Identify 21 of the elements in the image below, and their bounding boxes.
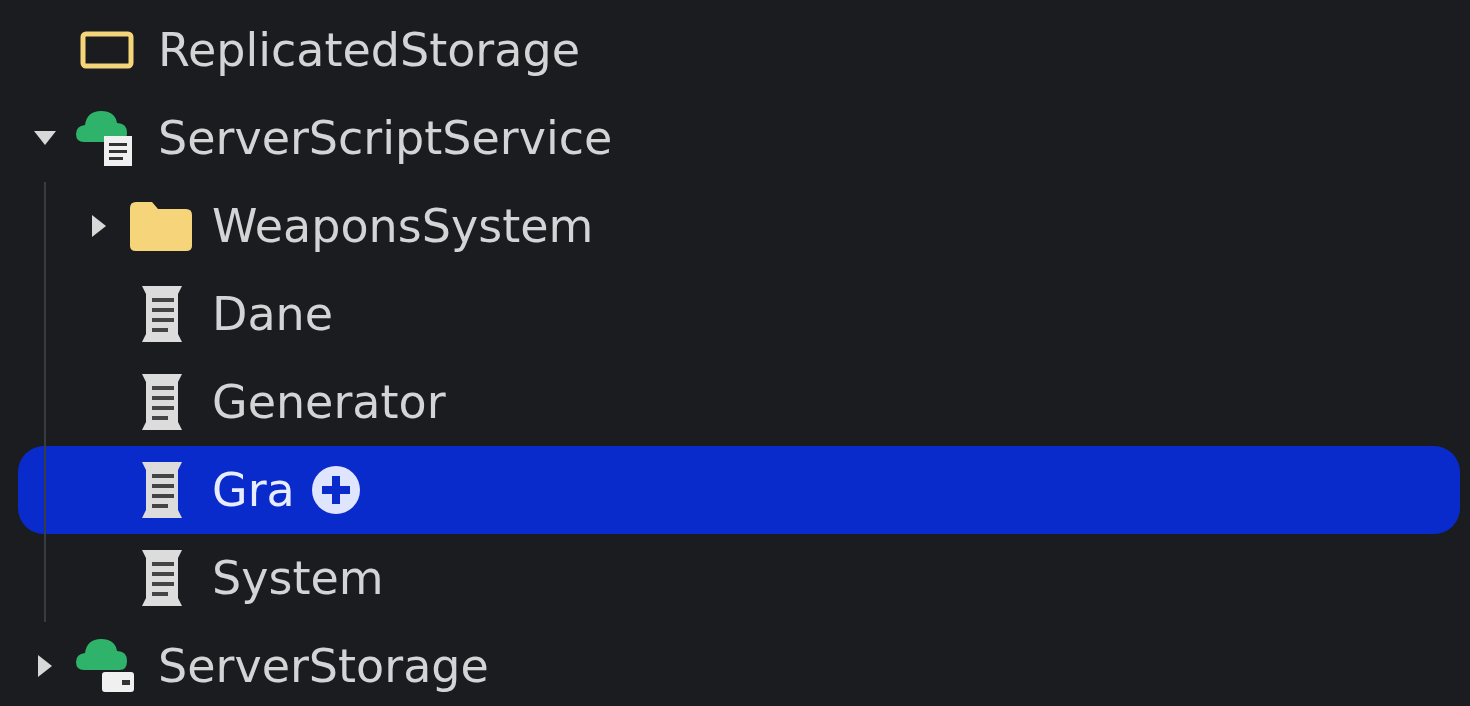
tree-item[interactable]: System (18, 534, 1460, 622)
item-label: WeaponsSystem (212, 197, 594, 255)
caret-right-icon[interactable] (38, 655, 52, 677)
tree-item[interactable]: Dane (18, 270, 1460, 358)
tree-item[interactable]: ReplicatedStorage (18, 6, 1460, 94)
tree-item[interactable]: ServerScriptService (18, 94, 1460, 182)
item-label: ReplicatedStorage (158, 21, 580, 79)
folder-icon (128, 200, 194, 252)
item-label: ServerScriptService (158, 109, 613, 167)
item-label: Dane (212, 285, 334, 343)
caret-down-icon[interactable] (34, 131, 56, 145)
item-label: ServerStorage (158, 637, 489, 695)
tree-item[interactable]: ServerStorage (18, 622, 1460, 706)
item-label: System (212, 549, 384, 607)
tree-item[interactable]: WeaponsSystem (18, 182, 1460, 270)
add-icon[interactable] (310, 465, 361, 515)
item-label: Generator (212, 373, 446, 431)
tree-item[interactable]: Gra (18, 446, 1460, 534)
tree-item[interactable]: Generator (18, 358, 1460, 446)
caret-right-icon[interactable] (92, 215, 106, 237)
item-label: Gra (212, 461, 295, 519)
